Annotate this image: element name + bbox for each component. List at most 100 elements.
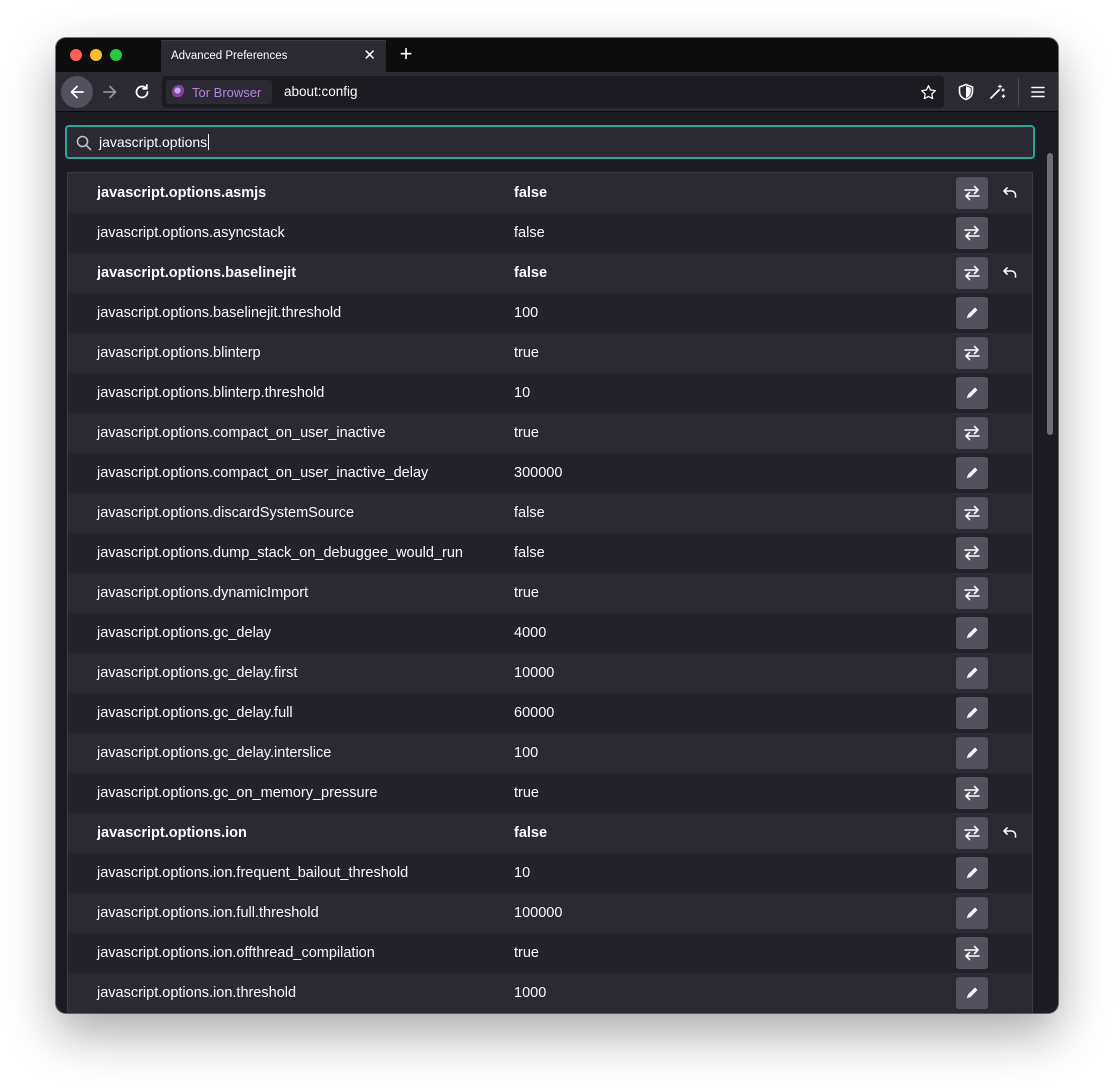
toggle-button[interactable] [956,937,988,969]
new-tab-button[interactable]: + [394,42,418,66]
table-row[interactable]: javascript.options.baselinejit.threshold… [68,293,1032,333]
zoom-window-button[interactable] [110,49,122,61]
table-row[interactable]: javascript.options.blinterp true [68,333,1032,373]
table-row[interactable]: javascript.options.compact_on_user_inact… [68,413,1032,453]
table-row[interactable]: javascript.options.discardSystemSource fa… [68,493,1032,533]
table-row[interactable]: javascript.options.ion.full.threshold 100… [68,893,1032,933]
pref-name: javascript.options.ion.full.threshold [97,905,319,921]
toggle-arrows-icon [964,265,980,281]
table-row[interactable]: javascript.options.gc_on_memory_pressure… [68,773,1032,813]
url-text[interactable]: about:config [284,84,358,99]
new-identity-button[interactable] [985,80,1009,104]
reset-button[interactable] [1000,183,1020,203]
table-row[interactable]: javascript.options.gc_delay 4000 [68,613,1032,653]
edit-button[interactable] [956,377,988,409]
pref-value: false [514,505,545,521]
edit-button[interactable] [956,617,988,649]
pref-name: javascript.options.ion.offthread_compila… [97,945,375,961]
table-row[interactable]: javascript.options.compact_on_user_inact… [68,453,1032,493]
table-row[interactable]: javascript.options.gc_delay.interslice 10… [68,733,1032,773]
toggle-button[interactable] [956,337,988,369]
pref-value: 10 [514,865,531,881]
edit-button[interactable] [956,657,988,689]
pref-name: javascript.options.asyncstack [97,225,285,241]
edit-button[interactable] [956,857,988,889]
search-input[interactable]: javascript.options [65,125,1035,159]
pref-name: javascript.options.ion.threshold [97,985,297,1001]
table-row[interactable]: javascript.options.dump_stack_on_debugge… [68,533,1032,573]
forward-button[interactable] [98,80,122,104]
edit-button[interactable] [956,737,988,769]
toggle-arrows-icon [964,225,980,241]
table-row[interactable]: javascript.options.blinterp.threshold 10 [68,373,1032,413]
back-button[interactable] [61,76,93,108]
pref-name: javascript.options.baselinejit [97,265,297,281]
table-row[interactable]: javascript.options.asyncstack false [68,213,1032,253]
url-bar[interactable]: Tor Browser about:config [162,76,944,108]
table-row[interactable]: javascript.options.ion.offthread_compila… [68,933,1032,973]
tab-advanced-preferences[interactable]: Advanced Preferences ✕ [161,40,386,72]
edit-button[interactable] [956,697,988,729]
toggle-button[interactable] [956,817,988,849]
edit-button[interactable] [956,297,988,329]
scrollbar[interactable] [1044,149,1056,1013]
toggle-arrows-icon [964,425,980,441]
reload-button[interactable] [130,80,154,104]
edit-button[interactable] [956,897,988,929]
table-row[interactable]: javascript.options.dynamicImport true [68,573,1032,613]
table-row[interactable]: javascript.options.ion.frequent_bailout_… [68,853,1032,893]
pref-value: false [514,225,545,241]
reset-arrow-icon [1003,827,1017,838]
pref-value: 100 [514,305,539,321]
toggle-button[interactable] [956,257,988,289]
toggle-button[interactable] [956,497,988,529]
pref-name: javascript.options.asmjs [97,185,267,201]
app-menu-button[interactable] [1026,80,1050,104]
table-row[interactable]: javascript.options.gc_delay.first 10000 [68,653,1032,693]
pref-value: true [514,945,539,961]
toggle-button[interactable] [956,777,988,809]
pencil-icon [966,867,978,879]
edit-button[interactable] [956,457,988,489]
pref-value: 100000 [514,905,563,921]
pref-name: javascript.options.dynamicImport [97,585,309,601]
pref-name: javascript.options.dump_stack_on_debugge… [97,545,463,561]
reload-icon [135,84,149,99]
shield-icon [958,83,974,101]
toggle-button[interactable] [956,417,988,449]
toggle-arrows-icon [964,945,980,961]
table-row[interactable]: javascript.options.gc_delay.full 60000 [68,693,1032,733]
scrollbar-thumb[interactable] [1047,153,1053,435]
table-row[interactable]: javascript.options.asmjs false [68,173,1032,213]
toggle-button[interactable] [956,577,988,609]
table-row[interactable]: javascript.options.ion false [68,813,1032,853]
close-window-button[interactable] [70,49,82,61]
table-row[interactable]: javascript.options.ion.threshold 1000 [68,973,1032,1013]
pref-name: javascript.options.blinterp.threshold [97,385,325,401]
pref-value: false [514,265,548,281]
identity-box[interactable]: Tor Browser [166,80,272,104]
reset-arrow-icon [1003,267,1017,278]
identity-label: Tor Browser [192,84,262,100]
bookmark-star-button[interactable] [918,82,938,102]
table-row[interactable]: javascript.options.baselinejit false [68,253,1032,293]
pref-value: true [514,345,539,361]
security-level-button[interactable] [954,80,978,104]
pref-value: true [514,585,539,601]
star-icon [920,84,936,99]
reset-button[interactable] [1000,823,1020,843]
magic-wand-icon [990,84,1006,99]
toggle-button[interactable] [956,217,988,249]
pencil-icon [966,467,978,479]
toggle-button[interactable] [956,177,988,209]
minimize-window-button[interactable] [90,49,102,61]
tab-close-icon[interactable]: ✕ [363,48,376,64]
pencil-icon [966,627,978,639]
edit-button[interactable] [956,977,988,1009]
pref-name: javascript.options.baselinejit.threshold [97,305,342,321]
reset-button[interactable] [1000,263,1020,283]
pref-name: javascript.options.discardSystemSource [97,505,355,521]
search-icon [75,134,93,152]
pencil-icon [966,707,978,719]
toggle-button[interactable] [956,537,988,569]
